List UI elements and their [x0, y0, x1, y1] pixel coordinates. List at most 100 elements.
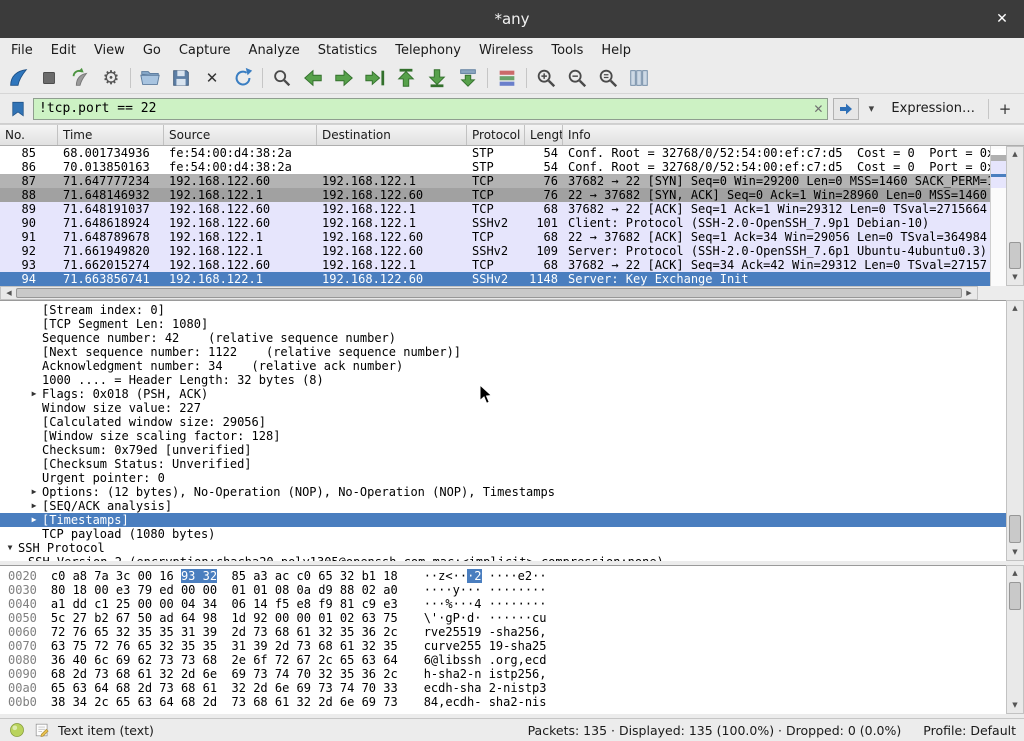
- menu-view[interactable]: View: [85, 40, 134, 61]
- packet-row[interactable]: 8670.013850163fe:54:00:d4:38:2aSTP54Conf…: [0, 160, 990, 174]
- expander-icon[interactable]: ▶: [26, 485, 42, 499]
- hex-row[interactable]: 003080 18 00 e3 79 ed 00 00 01 01 08 0a …: [8, 583, 1006, 597]
- detail-line[interactable]: Checksum: 0x79ed [unverified]: [0, 443, 1006, 457]
- hex-row[interactable]: 00b038 34 2c 65 63 64 68 2d 73 68 61 32 …: [8, 695, 1006, 709]
- hex-row[interactable]: 006072 76 65 32 35 35 31 39 2d 73 68 61 …: [8, 625, 1006, 639]
- detail-line[interactable]: Window size value: 227: [0, 401, 1006, 415]
- status-profile[interactable]: Profile: Default: [923, 723, 1016, 738]
- packet-row[interactable]: 8871.648146932192.168.122.1192.168.122.6…: [0, 188, 990, 202]
- zoom-original-button[interactable]: [596, 66, 620, 90]
- scroll-left-button[interactable]: ◀: [2, 287, 16, 299]
- hex-row[interactable]: 00a065 63 64 68 2d 73 68 61 32 2d 6e 69 …: [8, 681, 1006, 695]
- filter-history-dropdown[interactable]: ▾: [864, 102, 878, 115]
- menu-analyze[interactable]: Analyze: [240, 40, 309, 61]
- scrollbar-thumb[interactable]: [1009, 242, 1021, 269]
- packet-row[interactable]: 9071.648618924192.168.122.60192.168.122.…: [0, 216, 990, 230]
- open-file-button[interactable]: [138, 66, 162, 90]
- scroll-up-button[interactable]: ▲: [1007, 148, 1023, 161]
- packet-row[interactable]: 8771.647777234192.168.122.60192.168.122.…: [0, 174, 990, 188]
- detail-line-selected[interactable]: ▶[Timestamps]: [0, 513, 1006, 527]
- expander-icon[interactable]: ▶: [26, 513, 42, 527]
- packet-row[interactable]: 8971.648191037192.168.122.60192.168.122.…: [0, 202, 990, 216]
- display-filter-input[interactable]: [34, 100, 809, 118]
- menu-help[interactable]: Help: [592, 40, 640, 61]
- zoom-out-button[interactable]: [565, 66, 589, 90]
- menu-tools[interactable]: Tools: [542, 40, 592, 61]
- detail-line[interactable]: SSH Version 2 (encryption:chacha20-poly1…: [0, 555, 1006, 561]
- detail-line[interactable]: ▼SSH Protocol: [0, 541, 1006, 555]
- restart-capture-button[interactable]: [68, 66, 92, 90]
- capture-comment-button[interactable]: [33, 721, 51, 739]
- scroll-up-button[interactable]: ▲: [1007, 302, 1023, 315]
- detail-line[interactable]: [Calculated window size: 29056]: [0, 415, 1006, 429]
- packet-row[interactable]: 9271.661949820192.168.122.1192.168.122.6…: [0, 244, 990, 258]
- scroll-down-button[interactable]: ▼: [1007, 546, 1023, 559]
- packet-row[interactable]: 9171.648789678192.168.122.1192.168.122.6…: [0, 230, 990, 244]
- detail-line[interactable]: [Next sequence number: 1122 (relative se…: [0, 345, 1006, 359]
- filter-bookmark-button[interactable]: [8, 98, 28, 120]
- packet-row[interactable]: 8568.001734936fe:54:00:d4:38:2aSTP54Conf…: [0, 146, 990, 160]
- close-window-button[interactable]: ✕: [988, 0, 1016, 38]
- detail-line[interactable]: [Checksum Status: Unverified]: [0, 457, 1006, 471]
- column-header-length[interactable]: Length: [525, 125, 563, 145]
- go-to-packet-button[interactable]: [363, 66, 387, 90]
- detail-line[interactable]: [Window size scaling factor: 128]: [0, 429, 1006, 443]
- hex-row[interactable]: 0040a1 dd c1 25 00 00 04 34 06 14 f5 e8 …: [8, 597, 1006, 611]
- hex-row[interactable]: 009068 2d 73 68 61 32 2d 6e 69 73 74 70 …: [8, 667, 1006, 681]
- resize-columns-button[interactable]: [627, 66, 651, 90]
- menu-edit[interactable]: Edit: [42, 40, 85, 61]
- detail-line[interactable]: TCP payload (1080 bytes): [0, 527, 1006, 541]
- packet-row-selected[interactable]: 9471.663856741192.168.122.1192.168.122.6…: [0, 272, 990, 286]
- scrollbar-thumb[interactable]: [16, 288, 962, 298]
- hex-row[interactable]: 0020c0 a8 7a 3c 00 16 93 32 85 a3 ac c0 …: [8, 569, 1006, 583]
- packet-list-hscrollbar[interactable]: ◀ ▶: [0, 286, 978, 300]
- column-header-protocol[interactable]: Protocol: [467, 125, 525, 145]
- detail-line[interactable]: [TCP Segment Len: 1080]: [0, 317, 1006, 331]
- hex-row[interactable]: 008036 40 6c 69 62 73 73 68 2e 6f 72 67 …: [8, 653, 1006, 667]
- detail-line[interactable]: Urgent pointer: 0: [0, 471, 1006, 485]
- expander-icon[interactable]: ▶: [26, 499, 42, 513]
- find-packet-button[interactable]: [270, 66, 294, 90]
- column-header-source[interactable]: Source: [164, 125, 317, 145]
- detail-line[interactable]: ▶Options: (12 bytes), No-Operation (NOP)…: [0, 485, 1006, 499]
- expander-icon[interactable]: ▶: [26, 387, 42, 401]
- column-header-no[interactable]: No.: [0, 125, 58, 145]
- packet-row[interactable]: 9371.662015274192.168.122.60192.168.122.…: [0, 258, 990, 272]
- auto-scroll-button[interactable]: [456, 66, 480, 90]
- detail-line[interactable]: 1000 .... = Header Length: 32 bytes (8): [0, 373, 1006, 387]
- menu-capture[interactable]: Capture: [170, 40, 240, 61]
- scroll-right-button[interactable]: ▶: [962, 287, 976, 299]
- column-header-destination[interactable]: Destination: [317, 125, 467, 145]
- scroll-down-button[interactable]: ▼: [1007, 271, 1023, 284]
- apply-filter-button[interactable]: [833, 98, 859, 120]
- detail-line[interactable]: ▶Flags: 0x018 (PSH, ACK): [0, 387, 1006, 401]
- detail-line[interactable]: Sequence number: 42 (relative sequence n…: [0, 331, 1006, 345]
- detail-line[interactable]: [Stream index: 0]: [0, 303, 1006, 317]
- scrollbar-thumb[interactable]: [1009, 582, 1021, 610]
- scrollbar-thumb[interactable]: [1009, 515, 1021, 543]
- scroll-down-button[interactable]: ▼: [1007, 699, 1023, 712]
- expert-info-button[interactable]: [8, 721, 26, 739]
- menu-wireless[interactable]: Wireless: [470, 40, 542, 61]
- expression-button[interactable]: Expression…: [883, 101, 983, 116]
- zoom-in-button[interactable]: [534, 66, 558, 90]
- close-file-button[interactable]: ✕: [200, 66, 224, 90]
- column-header-time[interactable]: Time: [58, 125, 164, 145]
- go-first-packet-button[interactable]: [394, 66, 418, 90]
- stop-capture-button[interactable]: [37, 66, 61, 90]
- clear-filter-icon[interactable]: ✕: [809, 102, 827, 116]
- expander-icon[interactable]: ▼: [2, 541, 18, 555]
- details-vscrollbar[interactable]: ▲ ▼: [1006, 300, 1024, 561]
- packet-list-vscrollbar[interactable]: ▲ ▼: [1006, 146, 1024, 286]
- packet-minimap[interactable]: [990, 146, 1006, 286]
- menu-go[interactable]: Go: [134, 40, 170, 61]
- hex-row[interactable]: 00505c 27 b2 67 50 ad 64 98 1d 92 00 00 …: [8, 611, 1006, 625]
- menu-statistics[interactable]: Statistics: [309, 40, 386, 61]
- hex-vscrollbar[interactable]: ▲ ▼: [1006, 565, 1024, 714]
- detail-line[interactable]: ▶[SEQ/ACK analysis]: [0, 499, 1006, 513]
- colorize-packets-button[interactable]: [495, 66, 519, 90]
- save-file-button[interactable]: [169, 66, 193, 90]
- detail-line[interactable]: Acknowledgment number: 34 (relative ack …: [0, 359, 1006, 373]
- go-forward-button[interactable]: [332, 66, 356, 90]
- go-back-button[interactable]: [301, 66, 325, 90]
